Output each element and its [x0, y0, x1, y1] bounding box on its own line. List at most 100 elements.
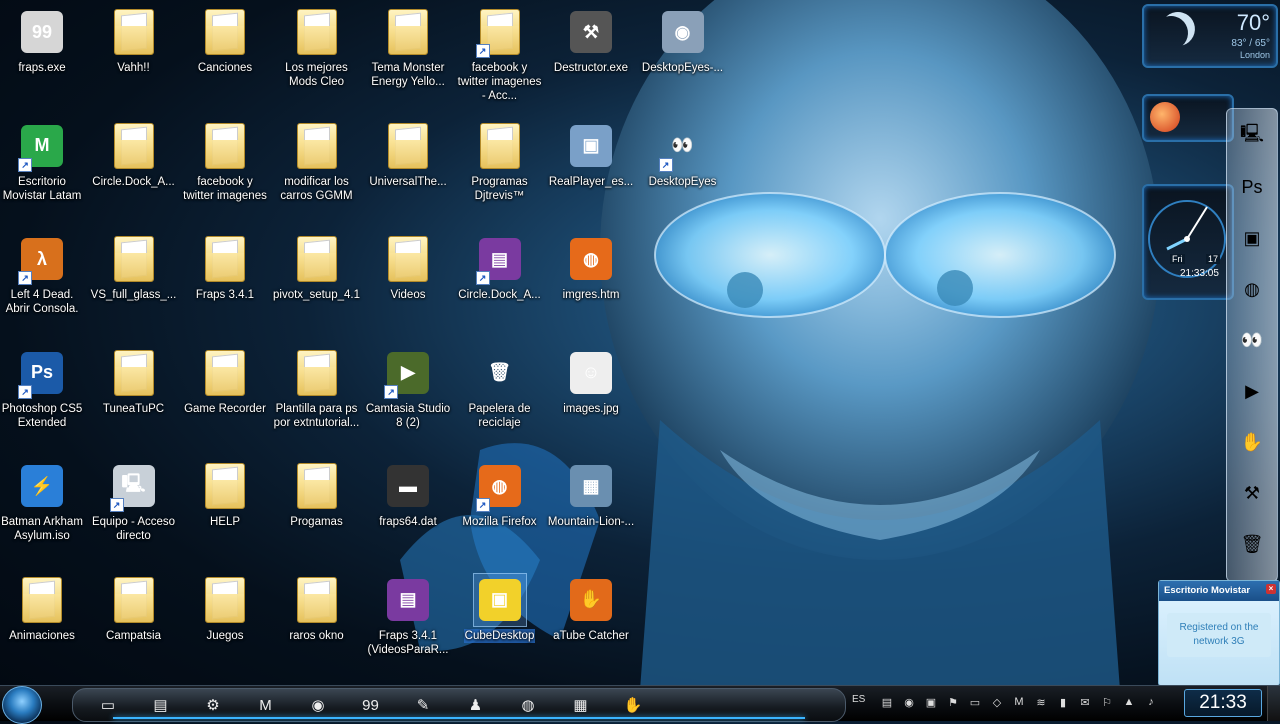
- tray-app-icon[interactable]: ◇: [988, 693, 1006, 711]
- desktop-icon[interactable]: Canciones: [180, 2, 270, 114]
- desktop-icon[interactable]: TuneaTuPC: [89, 343, 179, 455]
- desktop-icon[interactable]: modificar los carros GGMM: [272, 116, 362, 228]
- desktop-icon[interactable]: ⚒ Destructor.exe: [546, 2, 636, 114]
- photoshop-icon[interactable]: Ps: [1233, 168, 1271, 206]
- desktop-icon[interactable]: ☺ images.jpg: [546, 343, 636, 455]
- shortcut-arrow-icon: ↗: [658, 157, 673, 172]
- desktop-icon[interactable]: ◍ ↗ Mozilla Firefox: [455, 456, 545, 568]
- tray-flag2-icon[interactable]: ⚐: [1098, 693, 1116, 711]
- taskbar-clock[interactable]: 21:33: [1184, 689, 1262, 717]
- flag-icon[interactable]: ▦: [566, 692, 596, 718]
- notification-popup[interactable]: Escritorio Movistar × Registered on the …: [1158, 580, 1280, 686]
- desktop-icon[interactable]: ◍ imgres.htm: [546, 229, 636, 341]
- app-icon: M ↗: [16, 120, 68, 172]
- recycle-bin-icon[interactable]: 🗑: [1233, 525, 1271, 563]
- clock-time: 21:33:05: [1180, 268, 1219, 279]
- desktop-icon[interactable]: HELP: [180, 456, 270, 568]
- desktop-icon[interactable]: ▶ ↗ Camtasia Studio 8 (2): [363, 343, 453, 455]
- desktop-icon[interactable]: Los mejores Mods Cleo: [272, 2, 362, 114]
- desktop-icon[interactable]: ⚡ Batman Arkham Asylum.iso: [0, 456, 87, 568]
- tray-wifi-icon[interactable]: ≋: [1032, 693, 1050, 711]
- eyes-icon[interactable]: 👀: [1233, 321, 1271, 359]
- desktop-icon[interactable]: Fraps 3.4.1: [180, 229, 270, 341]
- tools-icon[interactable]: ⚙: [198, 692, 228, 718]
- destructor-icon[interactable]: ⚒: [1233, 474, 1271, 512]
- tray-battery-icon[interactable]: ▮: [1054, 693, 1072, 711]
- folder-shape: [296, 236, 337, 282]
- desktop-icon[interactable]: ▦ Mountain-Lion-...: [546, 456, 636, 568]
- tray-eyes-icon[interactable]: ◉: [900, 693, 918, 711]
- app-icon: ▬: [382, 460, 434, 512]
- desktop-icon[interactable]: raros okno: [272, 570, 362, 682]
- desktop-icon[interactable]: Animaciones: [0, 570, 87, 682]
- fraps-icon[interactable]: 99: [356, 692, 386, 718]
- explorer-icon[interactable]: ▤: [146, 692, 176, 718]
- desktop-icon[interactable]: ▬ fraps64.dat: [363, 456, 453, 568]
- desktop-icon[interactable]: ▤ ↗ Circle.Dock_A...: [455, 229, 545, 341]
- desktop-icon[interactable]: Videos: [363, 229, 453, 341]
- desktop-icon[interactable]: 99 fraps.exe: [0, 2, 87, 114]
- camtasia-icon[interactable]: ▶: [1233, 372, 1271, 410]
- edit-icon[interactable]: ✎: [408, 692, 438, 718]
- desktop-icon-label: images.jpg: [563, 402, 619, 415]
- desktop-icon[interactable]: Progamas: [272, 456, 362, 568]
- desktop-icon[interactable]: Campatsia: [89, 570, 179, 682]
- desktop-icon[interactable]: ▤ Fraps 3.4.1 (VideosParaR...: [363, 570, 453, 682]
- folder-shape: [296, 349, 337, 396]
- firefox-icon[interactable]: ◍: [1233, 270, 1271, 308]
- desktop-icon[interactable]: Ps ↗ Photoshop CS5 Extended: [0, 343, 87, 455]
- desktop-icon-label: Fraps 3.4.1: [195, 289, 255, 301]
- tray-flag-icon[interactable]: ⚑: [944, 693, 962, 711]
- tray-movistar-icon[interactable]: M: [1010, 693, 1028, 711]
- desktop-icon[interactable]: 🖳 ↗ Equipo - Acceso directo: [89, 456, 179, 568]
- desktop-icon[interactable]: ▣ RealPlayer_es...: [546, 116, 636, 228]
- tray-speaker-icon[interactable]: ♪: [1142, 693, 1160, 711]
- desktop-icon[interactable]: Vahh!!: [89, 2, 179, 114]
- desktop-icon[interactable]: UniversalThe...: [363, 116, 453, 228]
- desktop-icon-area: 99 fraps.exe Vahh!! Canciones Los mejores Mo…: [0, 0, 730, 685]
- desktop-icon[interactable]: pivotx_setup_4.1: [272, 229, 362, 341]
- desktop-icon[interactable]: Tema Monster Energy Yello...: [363, 2, 453, 114]
- chrome-icon[interactable]: ◉: [303, 692, 333, 718]
- desktop-icon[interactable]: 🗑 Papelera de reciclaje: [455, 343, 545, 455]
- folder-icon[interactable]: ▭: [93, 692, 123, 718]
- desktop-icon[interactable]: Programas Djtrevis™: [455, 116, 545, 228]
- desktop-icon[interactable]: facebook y twitter imagenes: [180, 116, 270, 228]
- tray-monitor-icon[interactable]: ▭: [966, 693, 984, 711]
- computer-icon[interactable]: 🖳: [1233, 117, 1271, 155]
- desktop-icon-label: Fraps 3.4.1 (VideosParaR...: [367, 629, 449, 656]
- tray-shield-icon[interactable]: ▣: [922, 693, 940, 711]
- shortcut-arrow-icon: ↗: [109, 498, 124, 512]
- desktop-icon[interactable]: ↗ facebook y twitter imagenes - Acc...: [455, 2, 545, 114]
- app-glyph: ▣: [478, 578, 521, 621]
- close-icon[interactable]: ×: [1266, 584, 1276, 594]
- firefox-icon[interactable]: ◍: [513, 692, 543, 718]
- tray-warning-icon[interactable]: ▲: [1120, 693, 1138, 711]
- atube-icon[interactable]: ✋: [1233, 423, 1271, 461]
- game-icon[interactable]: ♟: [461, 692, 491, 718]
- desktop-icon[interactable]: ◉ DesktopEyes-...: [638, 2, 728, 114]
- tray-chat-icon[interactable]: ✉: [1076, 693, 1094, 711]
- desktop-icon[interactable]: 👀 ↗ DesktopEyes: [638, 116, 728, 228]
- desktop-icon[interactable]: ▣ CubeDesktop: [455, 570, 545, 682]
- desktop-icon[interactable]: Plantilla para ps por extntutorial...: [272, 343, 362, 455]
- shortcut-arrow-icon: ↗: [18, 271, 32, 285]
- tray-network-icon[interactable]: ▤: [878, 693, 896, 711]
- start-button[interactable]: [2, 686, 42, 724]
- desktop-icon[interactable]: M ↗ Escritorio Movistar Latam: [0, 116, 87, 228]
- desktop-icon[interactable]: Juegos: [180, 570, 270, 682]
- desktop-icon[interactable]: Game Recorder: [180, 343, 270, 455]
- desktop-icon[interactable]: Circle.Dock_A...: [89, 116, 179, 228]
- atube-icon[interactable]: ✋: [618, 692, 648, 718]
- desktop-icon[interactable]: VS_full_glass_...: [89, 229, 179, 341]
- language-indicator[interactable]: ES: [852, 694, 865, 705]
- media-gadget[interactable]: [1142, 94, 1234, 142]
- movistar-icon[interactable]: M: [251, 692, 281, 718]
- show-desktop-button[interactable]: [1267, 686, 1280, 721]
- desktop-icon[interactable]: λ ↗ Left 4 Dead. Abrir Consola.: [0, 229, 87, 341]
- weather-gadget[interactable]: 70° 83° / 65° London: [1142, 4, 1278, 68]
- cube-icon[interactable]: ▣: [1233, 219, 1271, 257]
- desktop-icon[interactable]: ✋ aTube Catcher: [546, 570, 636, 682]
- clock-gadget[interactable]: Fri 17 21:33:05: [1142, 184, 1234, 300]
- folder-shape: [205, 349, 245, 396]
